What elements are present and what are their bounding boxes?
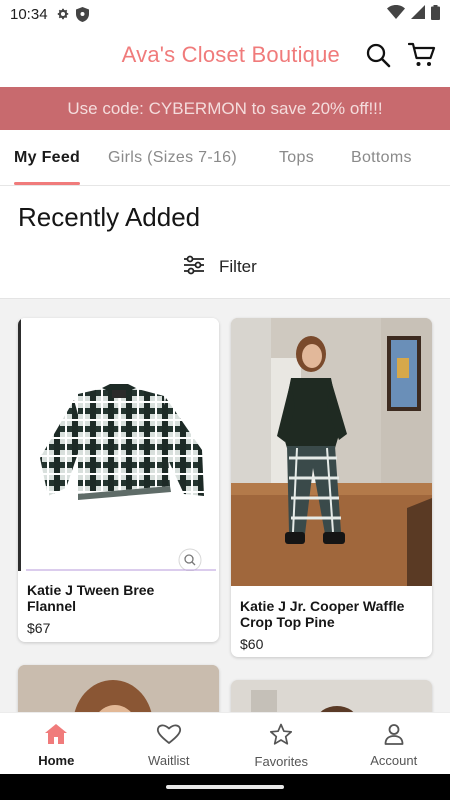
system-gesture-bar — [0, 774, 450, 800]
battery-icon — [431, 4, 440, 24]
product-card[interactable]: Katie J Jr. Cooper Waffle Crop Top Pine … — [231, 318, 432, 657]
tab-girls[interactable]: Girls (Sizes 7-16) — [108, 149, 237, 167]
filter-sliders-icon — [183, 255, 205, 280]
product-price: $67 — [27, 620, 51, 636]
product-grid: Katie J Tween Bree Flannel $67 Katie J J… — [0, 299, 450, 745]
nav-waitlist[interactable]: Waitlist — [113, 713, 226, 774]
active-tab-indicator — [14, 182, 80, 185]
home-gesture-handle[interactable] — [166, 785, 284, 789]
nav-account[interactable]: Account — [338, 713, 450, 774]
section-title: Recently Added — [18, 202, 201, 232]
tab-tops[interactable]: Tops — [279, 149, 314, 167]
status-time: 10:34 — [10, 5, 48, 23]
filter-button[interactable]: Filter — [183, 253, 257, 281]
settings-gear-icon — [56, 7, 70, 21]
product-title: Katie J Jr. Cooper Waffle Crop Top Pine — [240, 598, 405, 630]
category-tabs: My Feed Girls (Sizes 7-16) Tops Bottoms — [0, 131, 450, 186]
nav-account-label: Account — [370, 753, 418, 768]
search-button[interactable] — [363, 42, 393, 72]
tab-bottoms[interactable]: Bottoms — [351, 149, 412, 167]
shield-icon — [75, 6, 89, 22]
signal-icon — [411, 5, 425, 23]
nav-favorites-label: Favorites — [254, 754, 308, 769]
nav-home[interactable]: Home — [0, 713, 113, 774]
promo-text: Use code: CYBERMON to save 20% off!!! — [67, 98, 383, 118]
search-icon — [365, 42, 391, 73]
product-card[interactable]: Katie J Tween Bree Flannel $67 — [18, 318, 219, 642]
status-right-icons — [387, 4, 440, 24]
wifi-icon — [387, 5, 405, 23]
home-icon — [44, 723, 68, 750]
filter-label: Filter — [219, 257, 257, 276]
status-bar: 10:34 — [0, 0, 450, 28]
nav-favorites[interactable]: Favorites — [225, 713, 338, 774]
promo-banner[interactable]: Use code: CYBERMON to save 20% off!!! — [0, 87, 450, 130]
star-icon — [269, 723, 293, 751]
product-price: $60 — [240, 636, 264, 652]
brand-title[interactable]: Ava's Closet Boutique — [122, 42, 340, 68]
cart-icon — [407, 42, 436, 73]
product-photo-flannel — [18, 318, 219, 572]
app-header: Ava's Closet Boutique — [0, 28, 450, 86]
bottom-navigation: Home Waitlist Favorites Account — [0, 712, 450, 774]
nav-waitlist-label: Waitlist — [148, 753, 190, 768]
screen: 10:34 Ava's Closet Boutique Use code: CY… — [0, 0, 450, 800]
account-icon — [383, 723, 405, 750]
product-photo-crop-top — [231, 318, 432, 586]
heart-icon — [156, 723, 182, 750]
product-title: Katie J Tween Bree Flannel — [27, 582, 155, 614]
tab-my-feed[interactable]: My Feed — [14, 149, 80, 167]
cart-button[interactable] — [407, 42, 437, 72]
nav-home-label: Home — [38, 753, 75, 768]
